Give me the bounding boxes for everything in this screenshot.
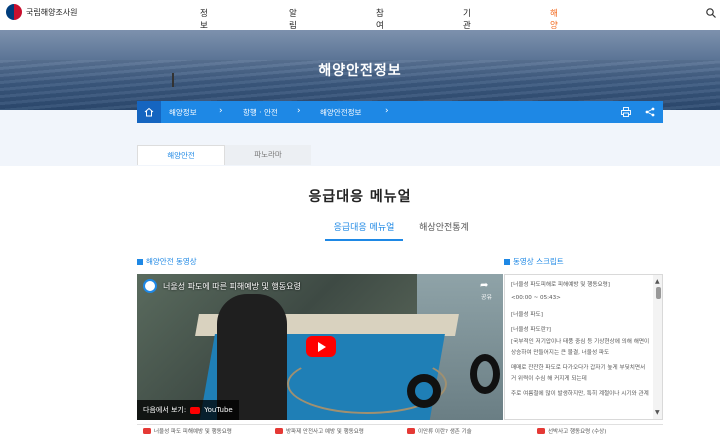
taegeuk-logo-icon: [6, 4, 22, 20]
script-panel-label: 동영상 스크립트: [504, 256, 564, 267]
video-playlist: 너울성 파도 피해예방 및 행동요령 방파제 안전사고 예방 및 행동요령 이안…: [137, 424, 663, 437]
tab-panorama[interactable]: 파노라마: [225, 145, 311, 165]
watch-on-youtube-button[interactable]: 다음에서 보기: YouTube: [137, 400, 239, 420]
video-frame-tire: [470, 354, 500, 394]
home-icon: [144, 107, 154, 117]
playlist-item[interactable]: 방파제 안전사고 예방 및 행동요령: [275, 427, 364, 435]
chevron-right-icon[interactable]: ›: [219, 106, 223, 116]
share-icon[interactable]: [645, 107, 655, 117]
channel-logo-icon[interactable]: [143, 279, 157, 293]
script-line: [너울성 파도피해로 피해예방 및 행동요령]: [511, 282, 610, 288]
video-title[interactable]: 너울성 파도에 따른 피해예방 및 행동요령: [163, 281, 301, 292]
scrollbar-thumb[interactable]: [656, 287, 661, 299]
youtube-icon: [275, 428, 283, 434]
play-button-icon[interactable]: [306, 336, 336, 357]
breadcrumb-item-safety-info[interactable]: 해양안전정보: [320, 107, 361, 118]
bullet-icon: [137, 258, 143, 265]
script-line: <00:00 ~ 05:43>: [511, 295, 561, 301]
youtube-icon: [143, 428, 151, 434]
youtube-icon: [537, 428, 545, 434]
script-line: 주로 여름철에 많이 발생하지만, 특히 계절이나 시기와 관계: [511, 391, 649, 397]
scroll-down-icon[interactable]: ▼: [655, 409, 660, 416]
bullet-icon: [504, 258, 510, 265]
search-icon[interactable]: [706, 8, 716, 18]
video-panel-label: 해양안전 동영상: [137, 256, 197, 267]
script-line: 상승하여 만들어지는 큰 물결, 너울성 파도: [511, 350, 610, 356]
playlist-item[interactable]: 너울성 파도 피해예방 및 행동요령: [143, 427, 232, 435]
breadcrumb: 해양정보 › 항행 · 안전 › 해양안전정보 ›: [137, 101, 663, 123]
playlist-item[interactable]: 이안류 이란? 생존 기술: [407, 427, 472, 435]
script-line: [너울성 파도]: [511, 312, 543, 318]
youtube-icon: [190, 406, 201, 414]
scroll-up-icon[interactable]: ▲: [655, 278, 660, 285]
video-panel-label-text: 해양안전 동영상: [146, 257, 197, 266]
video-frame-tire: [407, 374, 441, 408]
script-line: [너울성 파도란?]: [511, 327, 551, 333]
script-line: [국부적인 저기압이나 태풍 중심 등 기상현상에 의해 해면이: [511, 339, 650, 345]
breadcrumb-item-ocean-info[interactable]: 해양정보: [169, 107, 197, 118]
hero-banner: 해양안전정보: [0, 30, 720, 110]
subtab-safety-statistics[interactable]: 해상안전통계: [409, 220, 479, 233]
share-label[interactable]: 공유: [481, 292, 492, 301]
playlist-item[interactable]: 선박사고 행동요령 (수상): [537, 427, 606, 435]
video-player[interactable]: 너울성 파도에 따른 피해예방 및 행동요령 ➦ 공유 다음에서 보기: You…: [137, 274, 503, 420]
page-title: 해양안전정보: [318, 63, 402, 79]
youtube-icon: [407, 428, 415, 434]
chevron-right-icon[interactable]: ›: [297, 106, 301, 116]
share-arrow-icon[interactable]: ➦: [480, 280, 488, 291]
playlist-item-label: 방파제 안전사고 예방 및 행동요령: [286, 429, 364, 435]
watch-on-label: 다음에서 보기:: [143, 406, 187, 414]
script-line: 매매로 잔잔한 파도로 다가오다가 갑자기 높게 부딪치면서: [511, 365, 646, 371]
script-panel-label-text: 동영상 스크립트: [513, 257, 564, 266]
home-button[interactable]: [137, 101, 161, 123]
breadcrumb-item-navigation-safety[interactable]: 항행 · 안전: [243, 107, 278, 118]
script-line: 거 위력이 수심 해 커지게 되는데: [511, 376, 587, 382]
script-box[interactable]: [너울성 파도피해로 피해예방 및 행동요령] <00:00 ~ 05:43> …: [504, 274, 663, 420]
subtab-emergency-manual[interactable]: 응급대응 메뉴얼: [325, 220, 403, 241]
tab-ocean-safety[interactable]: 해양안전: [137, 145, 225, 165]
playlist-item-label: 이안류 이란? 생존 기술: [418, 429, 472, 435]
print-icon[interactable]: [621, 107, 631, 117]
playlist-item-label: 선박사고 행동요령 (수상): [548, 429, 607, 435]
section-title: 응급대응 메뉴얼: [308, 189, 412, 205]
youtube-brand: YouTube: [204, 406, 233, 414]
logo-text: 국립해양조사원: [26, 7, 78, 17]
chevron-right-icon[interactable]: ›: [385, 106, 389, 116]
playlist-item-label: 너울성 파도 피해예방 및 행동요령: [154, 429, 232, 435]
site-header: 국립해양조사원 정보공개 알림마당 참여마당 기관소개 해양정보: [0, 0, 720, 55]
site-logo[interactable]: 국립해양조사원: [6, 4, 78, 20]
